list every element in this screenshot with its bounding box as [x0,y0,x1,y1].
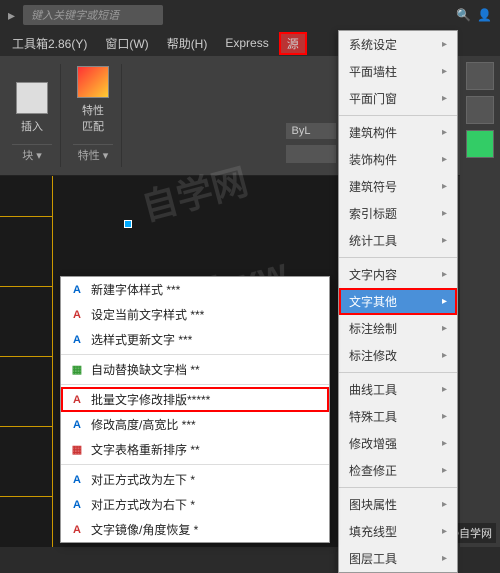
submenu-item-9[interactable]: A文字镜像/角度恢复 * [61,517,329,542]
submenu-item-2[interactable]: A选样式更新文字 *** [61,327,329,352]
menu-help[interactable]: 帮助(H) [159,32,216,55]
search-input[interactable]: 键入关键字或短语 [23,5,163,25]
grip-handle[interactable] [124,220,132,228]
tool-btn-3[interactable] [466,130,494,158]
menu-item-1[interactable]: 平面墙柱▸ [339,58,457,85]
menu-item-14[interactable]: 修改增强▸ [339,430,457,457]
menu-item-12[interactable]: 曲线工具▸ [339,376,457,403]
submenu-item-7[interactable]: A对正方式改为左下 * [61,467,329,492]
submenu: A新建字体样式 ***A设定当前文字样式 ***A选样式更新文字 *** ▦自动替… [60,276,330,543]
submenu-item-1[interactable]: A设定当前文字样式 *** [61,302,329,327]
panel-title-block: 块 ▾ [12,144,52,163]
menu-item-7[interactable]: 统计工具▸ [339,227,457,254]
submenu-item-6[interactable]: ▦文字表格重新排序 ** [61,437,329,462]
menu-item-3[interactable]: 建筑构件▸ [339,119,457,146]
submenu-item-3[interactable]: ▦自动替换缺文字档 ** [61,357,329,382]
menu-item-9[interactable]: 文字其他▸ [339,288,457,315]
menu-item-11[interactable]: 标注修改▸ [339,342,457,369]
menu-item-16[interactable]: 图块属性▸ [339,491,457,518]
menu-item-15[interactable]: 检查修正▸ [339,457,457,484]
tool-btn-1[interactable] [466,62,494,90]
panel-title-props: 特性 ▾ [73,144,113,163]
menu-item-13[interactable]: 特殊工具▸ [339,403,457,430]
menu-item-10[interactable]: 标注绘制▸ [339,315,457,342]
insert-icon [16,82,48,114]
tool-btn-2[interactable] [466,96,494,124]
submenu-item-8[interactable]: A对正方式改为右下 * [61,492,329,517]
menu-item-5[interactable]: 建筑符号▸ [339,173,457,200]
menu-item-18[interactable]: 图层工具▸ [339,545,457,572]
menu-item-4[interactable]: 装饰构件▸ [339,146,457,173]
linetype-dropdown[interactable] [286,145,336,163]
right-toolbar [460,56,500,547]
search-icon[interactable]: 🔍 [456,8,471,22]
menu-item-0[interactable]: 系统设定▸ [339,31,457,58]
menu-source[interactable]: 源 [279,32,307,55]
submenu-item-4[interactable]: A批量文字修改排版***** [61,387,329,412]
user-icon[interactable]: 👤 [477,8,492,22]
menu-item-6[interactable]: 索引标题▸ [339,200,457,227]
menu-item-8[interactable]: 文字内容▸ [339,261,457,288]
submenu-item-0[interactable]: A新建字体样式 *** [61,277,329,302]
insert-button[interactable]: 插入 [12,78,52,138]
menu-express[interactable]: Express [217,33,276,53]
matchprops-icon [77,66,109,98]
chevron-icon: ▸ [8,7,15,24]
submenu-item-5[interactable]: A修改高度/高宽比 *** [61,412,329,437]
menu-window[interactable]: 窗口(W) [97,32,156,55]
menu-item-2[interactable]: 平面门窗▸ [339,85,457,112]
menu-toolbox[interactable]: 工具箱2.86(Y) [4,32,95,55]
match-props-button[interactable]: 特性 匹配 [73,62,113,138]
context-menu: 系统设定▸平面墙柱▸平面门窗▸ 建筑构件▸装饰构件▸建筑符号▸索引标题▸统计工具▸… [338,30,458,573]
menu-item-17[interactable]: 填充线型▸ [339,518,457,545]
bylayer-dropdown[interactable]: ByL [286,123,336,139]
